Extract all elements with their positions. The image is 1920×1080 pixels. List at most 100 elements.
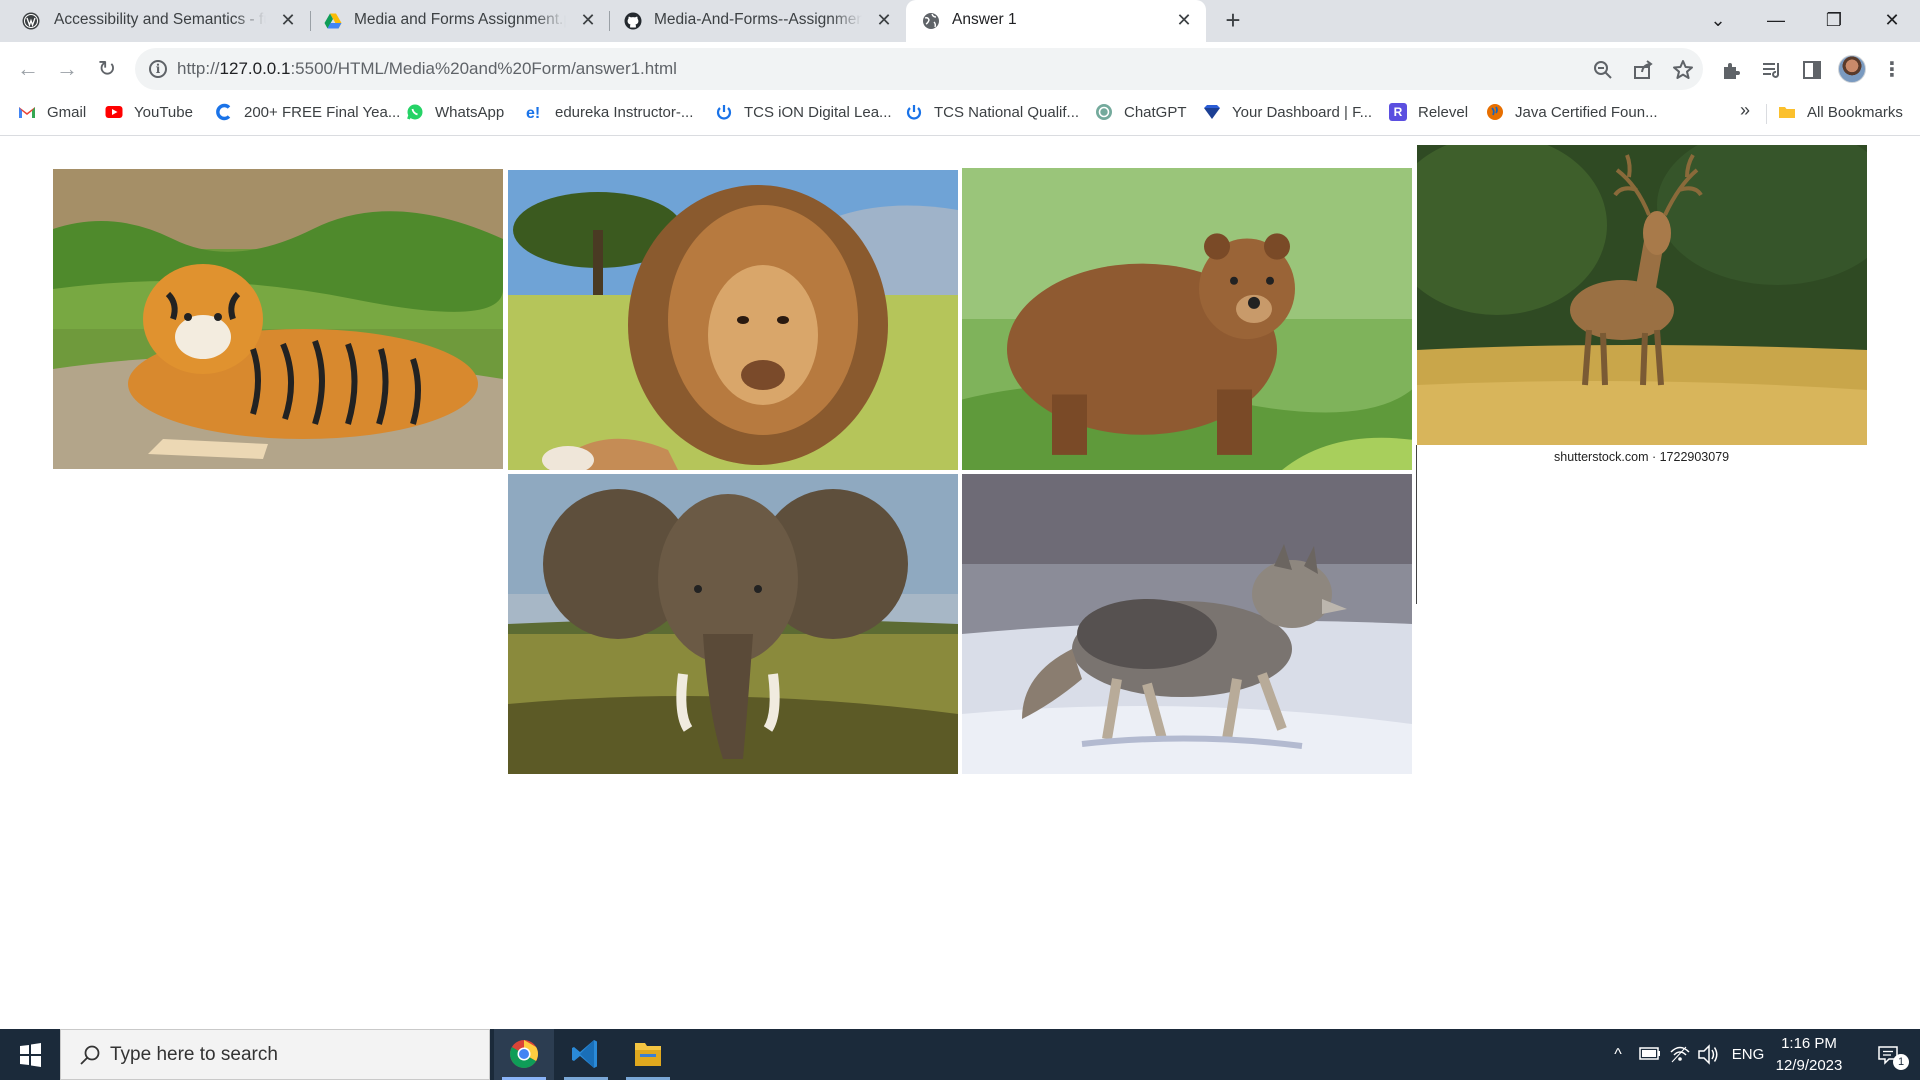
bookmark-dashboard[interactable]: Your Dashboard | F... bbox=[1203, 96, 1372, 128]
side-panel-icon[interactable] bbox=[1800, 58, 1824, 82]
taskbar-chrome[interactable] bbox=[494, 1029, 554, 1080]
restore-button[interactable]: ❐ bbox=[1812, 4, 1856, 36]
browser-toolbar: ← → ↻ i http://127.0.0.1:5500/HTML/Media… bbox=[0, 42, 1920, 96]
bookmark-label: TCS iON Digital Lea... bbox=[744, 103, 892, 121]
search-placeholder: Type here to search bbox=[110, 1044, 278, 1065]
lion-image bbox=[508, 170, 958, 470]
file-explorer-icon bbox=[635, 1043, 661, 1066]
google-drive-icon bbox=[324, 13, 342, 29]
close-tab-icon[interactable]: ✕ bbox=[578, 10, 598, 30]
page-content: shutterstock.com · 1722903079 bbox=[0, 137, 1920, 1029]
deer-image bbox=[1417, 145, 1867, 445]
tab-title: Media and Forms Assignment.pdf bbox=[354, 11, 566, 28]
chatgpt-icon bbox=[1096, 104, 1112, 120]
bookmark-chatgpt[interactable]: ChatGPT bbox=[1095, 96, 1187, 128]
taskbar-vscode[interactable] bbox=[556, 1029, 616, 1080]
bookmark-final-year[interactable]: 200+ FREE Final Yea... bbox=[215, 96, 400, 128]
menu-kebab-icon[interactable]: ⋮ bbox=[1880, 58, 1904, 82]
volume-icon[interactable] bbox=[1696, 1029, 1720, 1080]
c-logo-icon bbox=[216, 103, 231, 121]
github-icon bbox=[624, 12, 642, 30]
input-language[interactable]: ENG bbox=[1726, 1029, 1770, 1080]
relevel-icon: R bbox=[1389, 103, 1407, 121]
minimize-button[interactable]: — bbox=[1754, 4, 1798, 36]
image-watermark-caption: shutterstock.com · 1722903079 bbox=[1554, 450, 1730, 464]
tab-search-icon[interactable]: ⌄ bbox=[1696, 4, 1740, 36]
diamond-icon bbox=[1204, 105, 1220, 119]
youtube-icon bbox=[105, 106, 123, 118]
bookmark-label: ChatGPT bbox=[1124, 103, 1187, 121]
bookmark-label: WhatsApp bbox=[435, 103, 505, 121]
wordpress-icon bbox=[22, 12, 40, 30]
url-text[interactable]: http://127.0.0.1:5500/HTML/Media%20and%2… bbox=[177, 59, 677, 79]
bookmark-label: Java Certified Foun... bbox=[1515, 103, 1658, 121]
close-window-button[interactable]: ✕ bbox=[1870, 4, 1914, 36]
new-tab-button[interactable]: + bbox=[1220, 7, 1246, 34]
tab-github-repo[interactable]: Media-And-Forms--Assignment ✕ bbox=[610, 0, 906, 42]
chrome-icon bbox=[510, 1040, 538, 1068]
bookmark-java-certified[interactable]: Java Certified Foun... bbox=[1486, 96, 1658, 128]
url-host: 127.0.0.1 bbox=[219, 59, 291, 78]
close-tab-icon[interactable]: ✕ bbox=[1174, 10, 1194, 30]
share-icon[interactable] bbox=[1631, 58, 1655, 82]
vscode-icon bbox=[572, 1040, 597, 1068]
site-info-icon[interactable]: i bbox=[149, 60, 167, 78]
profile-avatar[interactable] bbox=[1838, 55, 1866, 83]
taskbar-search-box[interactable]: Type here to search bbox=[60, 1029, 490, 1080]
zoom-icon[interactable] bbox=[1591, 58, 1615, 82]
bookmark-youtube[interactable]: YouTube bbox=[105, 96, 193, 128]
power-icon bbox=[716, 105, 732, 120]
bookmark-edureka[interactable]: e! edureka Instructor-... bbox=[526, 96, 693, 128]
tab-media-forms-pdf[interactable]: Media and Forms Assignment.pdf ✕ bbox=[310, 0, 610, 42]
reading-list-icon[interactable] bbox=[1760, 58, 1784, 82]
bookmark-star-icon[interactable] bbox=[1671, 58, 1695, 82]
taskbar-file-explorer[interactable] bbox=[618, 1029, 678, 1080]
all-bookmarks-folder[interactable]: All Bookmarks bbox=[1778, 96, 1903, 128]
tab-strip: Accessibility and Semantics - full ✕ Med… bbox=[0, 0, 1920, 42]
bookmark-label: Relevel bbox=[1418, 103, 1469, 121]
image-edge bbox=[1416, 445, 1417, 604]
forward-icon[interactable]: → bbox=[52, 54, 82, 84]
clock-time: 1:16 PM bbox=[1781, 1035, 1837, 1052]
bookmarks-overflow-icon[interactable]: » bbox=[1740, 100, 1750, 121]
tab-answer-1[interactable]: Answer 1 ✕ bbox=[906, 0, 1206, 42]
url-path: :5500/HTML/Media%20and%20Form/answer1.ht… bbox=[290, 59, 677, 78]
bookmark-label: All Bookmarks bbox=[1807, 103, 1903, 121]
clock-date: 12/9/2023 bbox=[1775, 1057, 1843, 1074]
action-center[interactable]: 1 bbox=[1862, 1029, 1914, 1080]
bookmark-tcs-nqt[interactable]: TCS National Qualif... bbox=[905, 96, 1079, 128]
bookmark-label: edureka Instructor-... bbox=[555, 103, 694, 121]
bookmark-gmail[interactable]: Gmail bbox=[18, 96, 86, 128]
bookmark-label: TCS National Qualif... bbox=[934, 103, 1080, 121]
back-icon[interactable]: ← bbox=[13, 54, 43, 84]
edureka-icon: e! bbox=[526, 105, 540, 121]
bookmark-tcs-ion[interactable]: TCS iON Digital Lea... bbox=[715, 96, 892, 128]
address-bar[interactable]: i http://127.0.0.1:5500/HTML/Media%20and… bbox=[135, 48, 1703, 90]
notification-count-badge: 1 bbox=[1893, 1054, 1909, 1070]
battery-icon[interactable] bbox=[1638, 1029, 1662, 1080]
taskbar-clock[interactable]: 1:16 PM 12/9/2023 bbox=[1766, 1033, 1852, 1077]
close-tab-icon[interactable]: ✕ bbox=[874, 10, 894, 30]
whatsapp-icon bbox=[407, 104, 423, 120]
tiger-image bbox=[53, 169, 503, 469]
bookmarks-divider bbox=[1766, 104, 1767, 124]
wifi-icon[interactable] bbox=[1668, 1029, 1692, 1080]
windows-taskbar: Type here to search ^ ENG 1:16 PM 12/9/2… bbox=[0, 1029, 1920, 1080]
extensions-icon[interactable] bbox=[1719, 58, 1743, 82]
svg-text:e!: e! bbox=[526, 105, 540, 121]
bookmark-whatsapp[interactable]: WhatsApp bbox=[406, 96, 504, 128]
bookmark-label: Gmail bbox=[47, 103, 87, 121]
tab-title: Answer 1 bbox=[952, 11, 1017, 28]
java-icon bbox=[1487, 104, 1503, 120]
search-icon bbox=[80, 1045, 100, 1065]
close-tab-icon[interactable]: ✕ bbox=[278, 10, 298, 30]
tab-accessibility-semantics[interactable]: Accessibility and Semantics - full ✕ bbox=[0, 0, 310, 42]
bookmark-relevel[interactable]: R Relevel bbox=[1389, 96, 1468, 128]
bookmark-label: YouTube bbox=[134, 103, 193, 121]
windows-start-icon[interactable] bbox=[0, 1029, 60, 1080]
folder-icon bbox=[1779, 107, 1795, 118]
wolf-image bbox=[962, 474, 1412, 774]
show-hidden-icons-chevron[interactable]: ^ bbox=[1606, 1029, 1630, 1080]
reload-icon[interactable]: ↻ bbox=[92, 54, 122, 84]
bear-image bbox=[962, 168, 1412, 470]
